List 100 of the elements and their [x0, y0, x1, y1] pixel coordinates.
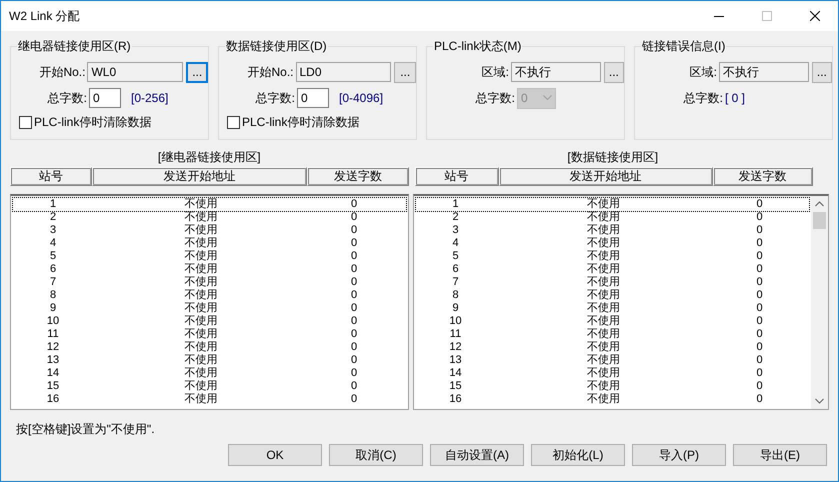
dialog-button[interactable]: 自动设置(A)	[430, 444, 524, 466]
list-row[interactable]: 15 不使用 0	[13, 380, 406, 393]
column-header[interactable]: 发送字数	[307, 167, 409, 186]
address-field[interactable]: WL0	[87, 62, 184, 82]
dialog-button[interactable]: 初始化(L)	[531, 444, 625, 466]
list-row[interactable]: 6 不使用 0	[13, 263, 406, 276]
list-row[interactable]: 4 不使用 0	[13, 237, 406, 250]
scroll-thumb[interactable]	[813, 212, 826, 229]
address-cell-text: 不使用	[184, 276, 218, 289]
column-header[interactable]: 站号	[414, 167, 499, 186]
address-cell-text: 不使用	[586, 250, 622, 263]
station-cell-text: 14	[448, 367, 463, 380]
address-field[interactable]: 不执行	[719, 62, 809, 82]
station-cell-text: 11	[448, 328, 462, 341]
station-cell-text: 1	[451, 198, 460, 211]
list-row[interactable]: 4 不使用 0	[416, 237, 809, 250]
list-row[interactable]: 3 不使用 0	[13, 224, 406, 237]
count-cell-text: 0	[350, 393, 358, 406]
list-row[interactable]: 12 不使用 0	[13, 341, 406, 354]
station-cell-text: 10	[448, 315, 463, 328]
list-row[interactable]: 8 不使用 0	[13, 289, 406, 302]
dialog-button[interactable]: OK	[228, 444, 322, 466]
list-row[interactable]: 9 不使用 0	[13, 302, 406, 315]
list-row[interactable]: 3 不使用 0	[416, 224, 809, 237]
column-header[interactable]: 发送字数	[712, 167, 813, 186]
list-row[interactable]: 14 不使用 0	[416, 367, 809, 380]
list-row[interactable]: 1 不使用 0	[13, 198, 406, 211]
station-cell-text: 12	[448, 341, 463, 354]
list-row[interactable]: 11 不使用 0	[13, 328, 406, 341]
clear-checkbox[interactable]	[227, 116, 240, 128]
column-header[interactable]: 站号	[10, 167, 92, 186]
count-field[interactable]: 0	[89, 88, 121, 108]
browse-button[interactable]: ...	[604, 62, 624, 82]
address-cell-text: 不使用	[184, 341, 218, 354]
list-row[interactable]: 1 不使用 0	[416, 198, 809, 211]
browse-button[interactable]: ...	[812, 62, 832, 82]
address-cell-text: 不使用	[184, 354, 218, 367]
clear-checkbox[interactable]	[19, 116, 32, 128]
list-row[interactable]: 8 不使用 0	[416, 289, 809, 302]
address-cell-text: 不使用	[586, 380, 622, 393]
address-field[interactable]: 不执行	[511, 62, 601, 82]
station-cell-text: 2	[48, 211, 58, 224]
count-cell-text: 0	[350, 328, 358, 341]
scroll-down-icon[interactable]	[815, 398, 824, 404]
station-cell-text: 2	[451, 211, 460, 224]
group-title: 继电器链接使用区(R)	[17, 38, 132, 54]
list-row[interactable]: 16 不使用 0	[13, 393, 406, 406]
list-row[interactable]: 10 不使用 0	[416, 315, 809, 328]
station-cell-text: 7	[48, 276, 58, 289]
dialog-button[interactable]: 导出(E)	[733, 444, 827, 466]
address-cell-text: 不使用	[184, 224, 218, 237]
group-title: 数据链接使用区(D)	[225, 38, 328, 54]
address-cell-text: 不使用	[184, 380, 218, 393]
count-cell-text: 0	[755, 393, 764, 406]
dialog-button[interactable]: 取消(C)	[329, 444, 423, 466]
count-cell-text: 0	[755, 315, 764, 328]
count-cell-text: 0	[755, 276, 764, 289]
list-row[interactable]: 7 不使用 0	[13, 276, 406, 289]
station-cell-text: 13	[448, 354, 463, 367]
column-header[interactable]: 发送开始地址	[92, 167, 307, 186]
list-row[interactable]: 10 不使用 0	[13, 315, 406, 328]
station-cell-text: 6	[451, 263, 460, 276]
list-row[interactable]: 9 不使用 0	[416, 302, 809, 315]
address-cell-text: 不使用	[586, 302, 622, 315]
address-cell-text: 不使用	[586, 393, 622, 406]
list-row[interactable]: 5 不使用 0	[416, 250, 809, 263]
scroll-up-icon[interactable]	[815, 201, 824, 207]
scroll-bar[interactable]	[811, 196, 828, 409]
browse-button[interactable]: ...	[186, 62, 208, 82]
count-cell-text: 0	[350, 237, 358, 250]
list-row[interactable]: 5 不使用 0	[13, 250, 406, 263]
field-label: 总字数:	[254, 90, 296, 107]
list-row[interactable]: 11 不使用 0	[416, 328, 809, 341]
browse-button[interactable]: ...	[394, 62, 416, 82]
count-cell-text: 0	[755, 302, 764, 315]
count-readout: [ 0 ]	[725, 90, 746, 107]
dialog-button[interactable]: 导入(P)	[632, 444, 726, 466]
list-row[interactable]: 16 不使用 0	[416, 393, 809, 406]
address-field[interactable]: LD0	[296, 62, 392, 82]
station-cell-text: 14	[46, 367, 60, 380]
address-cell-text: 不使用	[586, 263, 622, 276]
count-cell-text: 0	[350, 224, 358, 237]
address-cell-text: 不使用	[586, 237, 622, 250]
address-cell-text: 不使用	[586, 276, 622, 289]
list-row[interactable]: 7 不使用 0	[416, 276, 809, 289]
close-icon[interactable]	[810, 11, 820, 21]
address-cell-text: 不使用	[586, 315, 622, 328]
address-cell-text: 不使用	[184, 367, 218, 380]
count-field[interactable]: 0	[297, 88, 329, 108]
column-header[interactable]: 发送开始地址	[498, 167, 713, 186]
address-cell-text: 不使用	[184, 393, 218, 406]
list-row[interactable]: 14 不使用 0	[13, 367, 406, 380]
list-row[interactable]: 12 不使用 0	[416, 341, 809, 354]
list-row[interactable]: 13 不使用 0	[416, 354, 809, 367]
address-cell-text: 不使用	[586, 341, 622, 354]
list-row[interactable]: 13 不使用 0	[13, 354, 406, 367]
list-row[interactable]: 6 不使用 0	[416, 263, 809, 276]
checkbox-label: PLC-link停时清除数据	[34, 114, 152, 131]
list-row[interactable]: 15 不使用 0	[416, 380, 809, 393]
station-cell-text: 5	[451, 250, 460, 263]
